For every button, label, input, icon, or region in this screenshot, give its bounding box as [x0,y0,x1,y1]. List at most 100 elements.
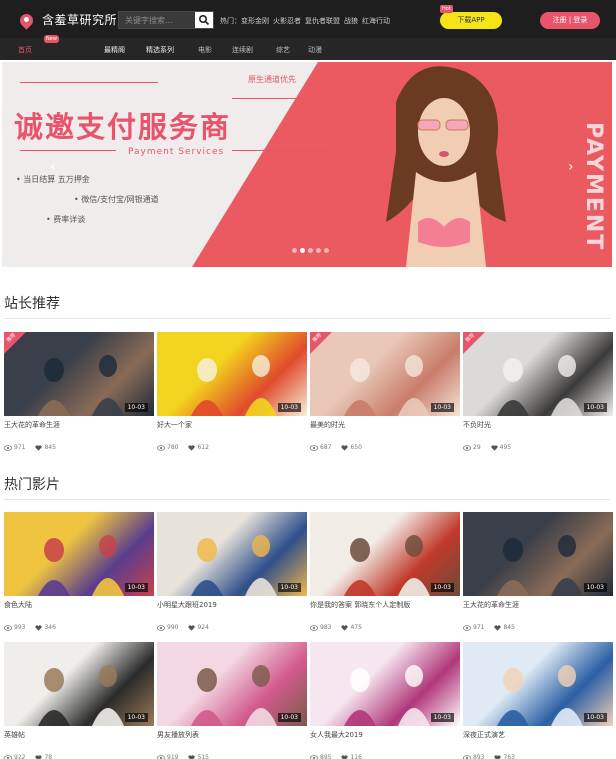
view-count: 993 [4,624,25,631]
hot-link[interactable]: 火影忍者 [273,16,301,26]
like-count: 495 [491,444,511,451]
slide-dot[interactable] [292,248,297,253]
section-divider [4,499,610,500]
view-count-value: 780 [167,444,179,451]
video-title[interactable]: 小明星大跟班2019 [157,600,307,610]
video-card[interactable]: 10-03 小明星大跟班2019 990 924 [157,512,307,631]
video-title[interactable]: 王大花的革命生涯 [463,600,613,610]
video-title[interactable]: 食色大陆 [4,600,154,610]
video-title[interactable]: 王大花的革命生涯 [4,420,154,430]
like-count-value: 346 [44,624,56,631]
video-title[interactable]: 男友播放列表 [157,730,307,740]
search-input[interactable] [119,12,195,28]
banner-carousel[interactable]: 原生通道优先 诚邀支付服务商 Payment Services • 当日结算 五… [2,62,612,267]
banner-divider [20,82,158,83]
video-card[interactable]: 10-03 你是我的答案 郭晓东个人定制版 983 475 [310,512,460,631]
video-thumbnail[interactable]: 10-03 [310,512,460,596]
video-title[interactable]: 最美的时光 [310,420,460,430]
video-stats: 983 475 [310,624,460,631]
video-title[interactable]: 深夜正式演艺 [463,730,613,740]
heart-icon [494,624,502,631]
login-register-button[interactable]: 注册 | 登录 [540,12,600,29]
site-name: 含羞草研究所 [42,13,118,27]
next-slide-icon[interactable]: › [568,160,582,174]
video-title[interactable]: 不负时光 [463,420,613,430]
hot-link[interactable]: 热门：变形金刚 [220,16,269,26]
banner-side-text: PAYMENT [581,122,606,252]
site-logo[interactable]: 含羞草研究所 [18,11,117,28]
video-thumbnail[interactable]: 10-03 [4,642,154,726]
video-card[interactable]: 推荐 10-03 王大花的革命生涯 971 845 [4,332,154,451]
hot-link[interactable]: 红海行动 [362,16,390,26]
banner-divider [232,150,328,151]
like-count: 346 [35,624,56,631]
banner-tag: 原生通道优先 [248,75,296,84]
video-card[interactable]: 推荐 10-03 最美的时光 687 650 [310,332,460,451]
banner-divider [232,98,318,99]
download-app-button[interactable]: 下载APP [440,12,502,29]
view-count: 895 [310,754,331,759]
prev-slide-icon[interactable]: ‹ [50,160,64,174]
video-thumbnail[interactable]: 10-03 [463,642,613,726]
eye-icon [157,624,165,631]
video-thumbnail[interactable]: 10-03 [157,642,307,726]
like-count: 924 [188,624,209,631]
view-count: 971 [463,624,484,631]
nav-anime[interactable]: 动漫 [308,45,322,55]
video-thumbnail[interactable]: 10-03 [157,512,307,596]
view-count: 922 [4,754,25,759]
hot-link[interactable]: 复仇者联盟 [305,16,340,26]
video-thumbnail[interactable]: 推荐 10-03 [310,332,460,416]
like-count-value: 924 [197,624,209,631]
nav-series[interactable]: 精选系列 [146,45,174,55]
video-title[interactable]: 女人我最大2019 [310,730,460,740]
video-card[interactable]: 10-03 王大花的革命生涯 971 845 [463,512,613,631]
logo-icon [18,12,36,28]
nav-variety[interactable]: 综艺 [276,45,290,55]
view-count-value: 893 [473,754,485,759]
video-card[interactable]: 10-03 英雄帖 922 78 [4,642,154,759]
nav-movie[interactable]: 电影 [198,45,212,55]
video-card[interactable]: 10-03 食色大陆 993 346 [4,512,154,631]
video-card[interactable]: 10-03 好大一个家 780 612 [157,332,307,451]
video-title[interactable]: 你是我的答案 郭晓东个人定制版 [310,600,460,610]
nav-home[interactable]: 首页 [18,45,32,55]
slide-dot[interactable] [308,248,313,253]
video-thumbnail[interactable]: 10-03 [310,642,460,726]
view-count-value: 29 [473,444,481,451]
video-thumbnail[interactable]: 推荐 10-03 [4,332,154,416]
date-badge: 10-03 [430,403,454,412]
video-card[interactable]: 10-03 深夜正式演艺 893 763 [463,642,613,759]
slide-dot[interactable] [300,248,305,253]
date-badge: 10-03 [583,583,607,592]
slide-dot[interactable] [316,248,321,253]
slide-dot[interactable] [324,248,329,253]
heart-icon [491,444,498,451]
video-thumbnail[interactable]: 10-03 [463,512,613,596]
date-badge: 10-03 [430,583,454,592]
like-count: 845 [494,624,515,631]
heart-icon [35,444,43,451]
view-count: 990 [157,624,178,631]
video-card[interactable]: 10-03 女人我最大2019 895 116 [310,642,460,759]
view-count-value: 993 [14,624,26,631]
video-title[interactable]: 好大一个家 [157,420,307,430]
heart-icon [341,444,349,451]
nav-best[interactable]: 最精阁 [104,45,125,55]
nav-tv[interactable]: 连续剧 [232,45,253,55]
like-count: 845 [35,444,56,451]
video-stats: 919 515 [157,754,307,759]
view-count: 971 [4,444,25,451]
video-card[interactable]: 推荐 10-03 不负时光 29 495 [463,332,613,451]
new-badge: New [44,35,59,43]
video-stats: 29 495 [463,444,613,451]
video-title[interactable]: 英雄帖 [4,730,154,740]
video-card[interactable]: 10-03 男友播放列表 919 515 [157,642,307,759]
hot-section-title: 热门影片 [4,477,60,493]
video-thumbnail[interactable]: 推荐 10-03 [463,332,613,416]
search-button[interactable] [195,12,213,28]
view-count-value: 919 [167,754,179,759]
video-thumbnail[interactable]: 10-03 [157,332,307,416]
hot-link[interactable]: 战狼 [344,16,358,26]
video-thumbnail[interactable]: 10-03 [4,512,154,596]
